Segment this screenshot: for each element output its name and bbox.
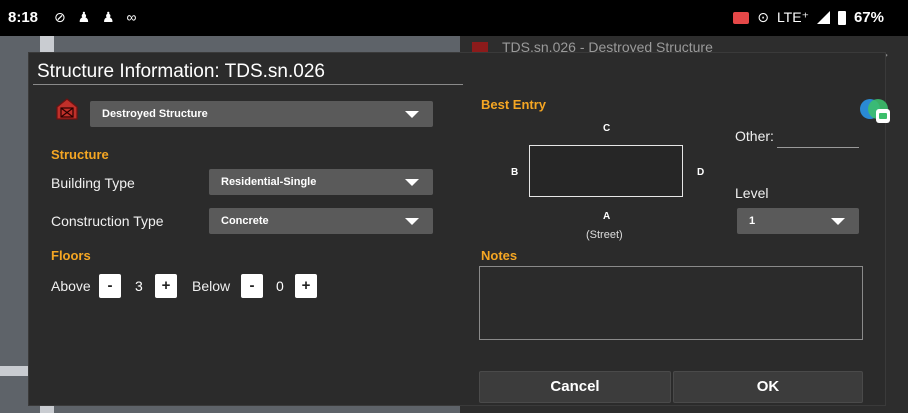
signal-icon — [816, 11, 830, 24]
entry-side-c[interactable]: C — [603, 123, 610, 134]
chevron-down-icon — [405, 218, 419, 225]
structure-dialog: Structure Information: TDS.sn.026 Destro… — [28, 52, 886, 406]
notes-title: Notes — [481, 248, 518, 263]
construction-type-label: Construction Type — [51, 213, 164, 229]
level-label: Level — [735, 185, 769, 201]
structure-section-title: Structure — [51, 147, 109, 162]
best-entry-title: Best Entry — [481, 97, 547, 112]
notes-textarea[interactable] — [479, 266, 863, 340]
destroyed-house-icon — [56, 98, 78, 120]
below-decrement-button[interactable]: - — [241, 274, 263, 298]
above-decrement-button[interactable]: - — [99, 274, 121, 298]
above-increment-button[interactable]: + — [155, 274, 177, 298]
cancel-button[interactable]: Cancel — [479, 371, 671, 403]
chevron-down-icon — [405, 111, 419, 118]
construction-type-select[interactable]: Concrete — [209, 208, 433, 234]
building-type-value: Residential-Single — [221, 176, 317, 188]
status-time: 8:18 — [8, 9, 39, 26]
chevron-down-icon — [405, 179, 419, 186]
entry-side-b[interactable]: B — [511, 167, 518, 178]
status-right: ⊙ LTE⁺ 67% — [733, 9, 884, 26]
entry-side-a-sublabel: (Street) — [586, 229, 623, 241]
structure-footprint — [529, 145, 683, 197]
other-label: Other: — [735, 128, 774, 144]
level-value: 1 — [749, 215, 756, 227]
entry-side-d[interactable]: D — [697, 167, 704, 178]
webex-bubble-icon[interactable] — [858, 97, 892, 125]
status-bar: 8:18 ⊘ ♟ ♟ ∞ ⊙ LTE⁺ 67% — [0, 0, 908, 36]
network-type: LTE⁺ — [776, 9, 809, 25]
title-divider — [33, 84, 463, 85]
entry-side-a[interactable]: A — [603, 211, 610, 222]
chevron-down-icon — [831, 218, 845, 225]
ok-button[interactable]: OK — [673, 371, 863, 403]
battery-level: 67% — [853, 9, 884, 26]
floors-above-value: 3 — [135, 278, 143, 294]
level-select[interactable]: 1 — [737, 208, 859, 234]
cast-icon — [733, 11, 750, 24]
battery-icon — [837, 10, 846, 25]
construction-type-value: Concrete — [221, 215, 269, 227]
notification-icons: ⊘ ♟ ♟ ∞ — [54, 9, 141, 25]
building-type-select[interactable]: Residential-Single — [209, 169, 433, 195]
location-icon: ⊙ — [757, 9, 769, 25]
floors-section-title: Floors — [51, 248, 91, 263]
structure-type-select[interactable]: Destroyed Structure — [90, 101, 433, 127]
structure-type-value: Destroyed Structure — [102, 108, 208, 120]
building-type-label: Building Type — [51, 175, 135, 191]
floors-above-label: Above — [51, 278, 91, 294]
floors-below-label: Below — [192, 278, 231, 294]
other-input[interactable] — [777, 147, 859, 148]
dialog-title: Structure Information: TDS.sn.026 — [37, 61, 325, 82]
floors-below-value: 0 — [276, 278, 284, 294]
below-increment-button[interactable]: + — [295, 274, 317, 298]
